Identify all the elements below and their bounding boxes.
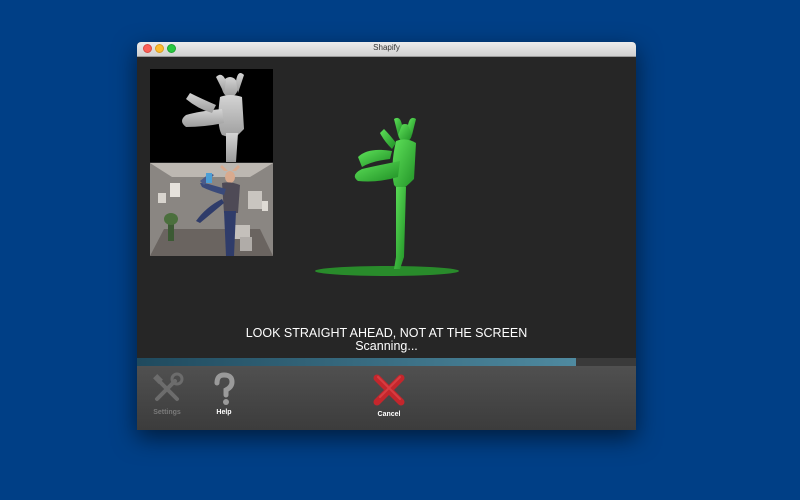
- bottom-toolbar: Settings Help Cancel: [137, 366, 636, 430]
- depth-camera-view: [150, 69, 273, 162]
- cancel-x-icon: [373, 374, 405, 406]
- app-window: Shapify LOOK STRAIGHT AHEAD, NOT AT THE …: [137, 42, 636, 430]
- help-button[interactable]: Help: [199, 366, 249, 430]
- settings-label: Settings: [153, 409, 181, 416]
- cancel-label: Cancel: [377, 411, 401, 418]
- help-label: Help: [216, 409, 232, 416]
- question-mark-icon: [214, 372, 235, 405]
- settings-button[interactable]: Settings: [142, 366, 192, 430]
- scan-progress-bar: [137, 358, 636, 366]
- scan-progress-fill: [137, 358, 577, 366]
- camera-photo-image: [150, 163, 273, 256]
- title-bar[interactable]: Shapify: [137, 42, 636, 57]
- color-camera-view: [150, 163, 273, 256]
- scanned-body-model: [315, 117, 459, 276]
- 3d-model-view[interactable]: [302, 117, 472, 279]
- scan-area: LOOK STRAIGHT AHEAD, NOT AT THE SCREEN S…: [137, 57, 636, 359]
- window-title: Shapify: [373, 43, 400, 52]
- status-text: Scanning...: [355, 339, 418, 353]
- depth-silhouette-image: [182, 73, 244, 162]
- cancel-button[interactable]: Cancel: [364, 366, 414, 430]
- instruction-text: LOOK STRAIGHT AHEAD, NOT AT THE SCREEN: [245, 326, 528, 340]
- tools-icon: [153, 372, 184, 401]
